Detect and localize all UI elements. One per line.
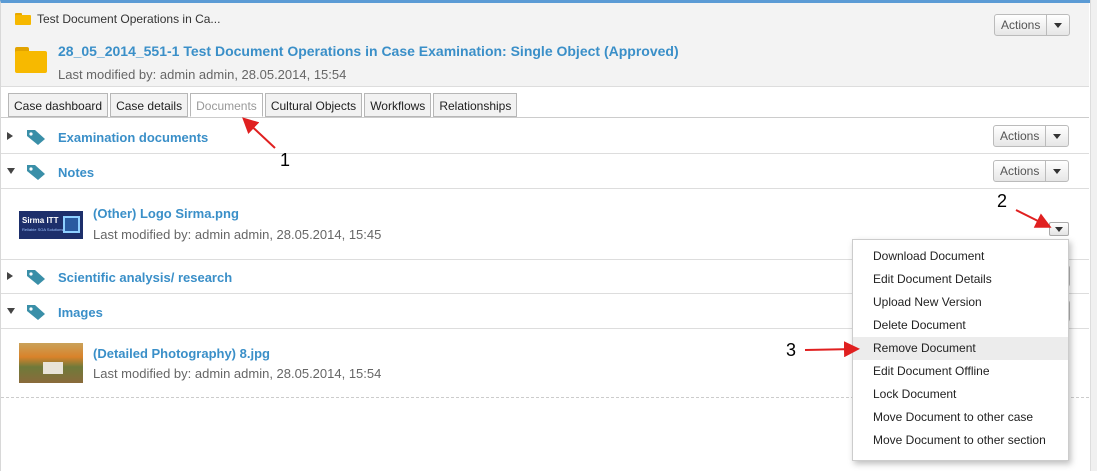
- menu-item-upload-new-version[interactable]: Upload New Version: [853, 291, 1068, 314]
- logo-emblem-icon: [63, 216, 80, 233]
- vertical-scrollbar[interactable]: [1090, 0, 1097, 471]
- expand-arrow-icon[interactable]: [7, 272, 13, 280]
- thumbnail-logo-subtitle: Reliable SOA Solutions: [22, 227, 64, 232]
- case-header: Test Document Operations in Ca... 28_05_…: [1, 3, 1089, 87]
- document-actions-menu: Download Document Edit Document Details …: [852, 239, 1069, 461]
- document-thumbnail[interactable]: Sirma ITT Reliable SOA Solutions: [19, 211, 83, 239]
- menu-item-edit-document-details[interactable]: Edit Document Details: [853, 268, 1068, 291]
- annotation-number-1: 1: [280, 150, 291, 170]
- tab-case-details[interactable]: Case details: [110, 93, 189, 117]
- section-title[interactable]: Images: [58, 305, 103, 320]
- annotation-number-2: 2: [997, 191, 1008, 211]
- case-folder-icon: [15, 47, 47, 73]
- tab-cultural-objects[interactable]: Cultural Objects: [264, 93, 363, 117]
- menu-item-remove-document[interactable]: Remove Document: [853, 337, 1068, 360]
- section-title[interactable]: Notes: [58, 165, 94, 180]
- collapse-arrow-icon[interactable]: [7, 308, 15, 314]
- case-last-modified: Last modified by: admin admin, 28.05.201…: [58, 67, 347, 82]
- case-title[interactable]: 28_05_2014_551-1 Test Document Operation…: [58, 43, 679, 59]
- tab-case-dashboard[interactable]: Case dashboard: [8, 93, 109, 117]
- document-title[interactable]: (Other) Logo Sirma.png: [93, 206, 239, 221]
- document-title[interactable]: (Detailed Photography) 8.jpg: [93, 346, 270, 361]
- breadcrumb-label: Test Document Operations in Ca...: [37, 12, 221, 26]
- collapse-arrow-icon[interactable]: [7, 168, 15, 174]
- breadcrumb[interactable]: Test Document Operations in Ca...: [15, 12, 220, 26]
- document-actions-toggle[interactable]: [1049, 222, 1069, 236]
- actions-label: Actions: [994, 126, 1047, 146]
- actions-label: Actions: [995, 15, 1048, 35]
- chevron-down-icon: [1055, 226, 1063, 232]
- expand-arrow-icon[interactable]: [7, 132, 13, 140]
- section-actions-button[interactable]: Actions: [993, 160, 1070, 182]
- menu-item-move-to-other-case[interactable]: Move Document to other case: [853, 406, 1068, 429]
- tag-icon: [27, 130, 45, 145]
- tag-icon: [27, 270, 45, 285]
- photo-building-shape: [43, 362, 63, 374]
- document-thumbnail[interactable]: [19, 343, 83, 383]
- section-title[interactable]: Scientific analysis/ research: [58, 270, 232, 285]
- actions-label: Actions: [994, 161, 1047, 181]
- menu-item-move-to-other-section[interactable]: Move Document to other section: [853, 429, 1068, 452]
- section-examination-documents: Examination documents: [1, 120, 1089, 154]
- tag-icon: [27, 165, 45, 180]
- thumbnail-logo-text: Sirma ITT: [22, 216, 59, 225]
- menu-item-edit-document-offline[interactable]: Edit Document Offline: [853, 360, 1068, 383]
- document-last-modified: Last modified by: admin admin, 28.05.201…: [93, 227, 382, 242]
- document-last-modified: Last modified by: admin admin, 28.05.201…: [93, 366, 382, 381]
- menu-item-download-document[interactable]: Download Document: [853, 245, 1068, 268]
- chevron-down-icon: [1046, 161, 1068, 181]
- section-title[interactable]: Examination documents: [58, 130, 208, 145]
- tag-icon: [27, 305, 45, 320]
- tab-workflows[interactable]: Workflows: [364, 93, 432, 117]
- tabs-divider: [1, 117, 1089, 118]
- chevron-down-icon: [1047, 15, 1069, 35]
- menu-item-delete-document[interactable]: Delete Document: [853, 314, 1068, 337]
- tab-relationships[interactable]: Relationships: [433, 93, 518, 117]
- tab-documents[interactable]: Documents: [190, 93, 263, 117]
- case-actions-button[interactable]: Actions: [994, 14, 1071, 36]
- case-tabs: Case dashboard Case details Documents Cu…: [8, 93, 518, 117]
- folder-icon: [15, 13, 31, 25]
- section-actions-button[interactable]: Actions: [993, 125, 1070, 147]
- chevron-down-icon: [1046, 126, 1068, 146]
- annotation-number-3: 3: [786, 340, 797, 360]
- menu-item-lock-document[interactable]: Lock Document: [853, 383, 1068, 406]
- section-notes: Notes: [1, 155, 1089, 189]
